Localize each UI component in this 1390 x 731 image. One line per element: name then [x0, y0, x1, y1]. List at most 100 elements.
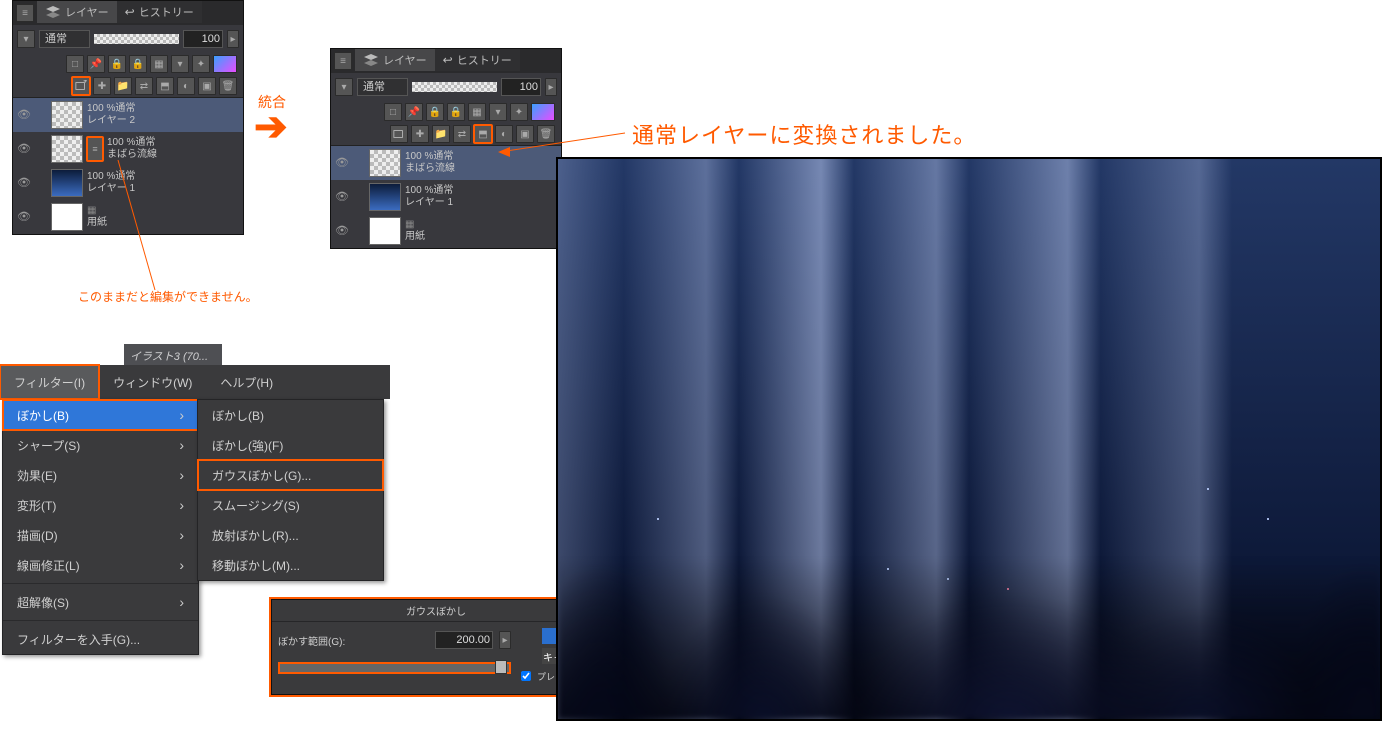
opacity-slider[interactable]: [412, 82, 497, 92]
misc2-icon[interactable]: ▾: [489, 103, 507, 121]
layer-thumb: [369, 217, 401, 245]
layer-row[interactable]: 👁 100 %通常 レイヤー 1: [13, 166, 243, 200]
menu-item-blur2[interactable]: ぼかし(B): [198, 400, 383, 430]
menu-item-motion[interactable]: 移動ぼかし(M)...: [198, 550, 383, 580]
palette-check-icon[interactable]: ▾: [335, 78, 353, 96]
layer-name: まばら流線: [405, 163, 455, 175]
clip-icon[interactable]: □: [384, 103, 402, 121]
stepper-icon[interactable]: ▸: [499, 631, 511, 649]
stepper-icon[interactable]: ▸: [545, 78, 557, 96]
layer-meta: 100 %通常: [405, 185, 453, 197]
misc2-icon[interactable]: ▾: [171, 55, 189, 73]
tab-layer[interactable]: レイヤー: [37, 1, 117, 23]
menu-item-linefix[interactable]: 線画修正(L): [3, 550, 198, 580]
menu-help[interactable]: ヘルプ(H): [206, 365, 287, 399]
menu-item-distort[interactable]: 変形(T): [3, 490, 198, 520]
eye-icon[interactable]: 👁: [335, 156, 349, 170]
menu-item-getfilters[interactable]: フィルターを入手(G)...: [3, 624, 198, 654]
layer-row[interactable]: 👁 100 %通常 レイヤー 1: [331, 180, 561, 214]
panel-menu-icon[interactable]: ≡: [334, 52, 352, 70]
menu-item-gaussian[interactable]: ガウスぼかし(G)...: [198, 460, 383, 490]
pin-icon[interactable]: 📌: [405, 103, 423, 121]
tab-layer-label: レイヤー: [383, 52, 427, 68]
delete-icon[interactable]: 🗑: [537, 125, 555, 143]
new-folder-icon[interactable]: 📁: [114, 77, 132, 95]
menu-window[interactable]: ウィンドウ(W): [99, 365, 206, 399]
layer-row[interactable]: 👁 ▦ 用紙: [331, 214, 561, 248]
layer-row[interactable]: 👁 ≡ 100 %通常 まばら流線: [13, 132, 243, 166]
annotation-converted: 通常レイヤーに変換されました。: [632, 118, 976, 150]
palette-check-icon[interactable]: ▾: [17, 30, 35, 48]
layer-thumb: [51, 169, 83, 197]
menu-filter[interactable]: フィルター(I): [0, 365, 99, 399]
layer-row[interactable]: 👁 100 %通常 まばら流線: [331, 146, 561, 180]
layer-meta: 100 %通常: [87, 171, 135, 183]
eye-icon[interactable]: 👁: [17, 108, 31, 122]
layer-thumb: [369, 149, 401, 177]
new-layer-icon[interactable]: [390, 125, 408, 143]
layer-meta: 100 %通常: [107, 137, 157, 149]
transfer-icon[interactable]: ⇄: [135, 77, 153, 95]
opacity-input[interactable]: [501, 78, 541, 96]
tab-layer[interactable]: レイヤー: [355, 49, 435, 71]
panel-menu-icon[interactable]: ≡: [16, 4, 34, 22]
lock-icon[interactable]: 🔒: [108, 55, 126, 73]
delete-icon[interactable]: 🗑: [219, 77, 237, 95]
new-layer-icon[interactable]: [72, 77, 90, 95]
opacity-slider[interactable]: [94, 34, 179, 44]
misc-icon[interactable]: ▦: [468, 103, 486, 121]
menu-item-upscale[interactable]: 超解像(S): [3, 587, 198, 617]
blend-mode-select[interactable]: 通常: [357, 78, 408, 96]
menu-item-effect[interactable]: 効果(E): [3, 460, 198, 490]
chevron-right-icon: [179, 407, 184, 423]
eye-icon[interactable]: 👁: [335, 224, 349, 238]
lock2-icon[interactable]: 🔒: [129, 55, 147, 73]
menu-item-smoothing[interactable]: スムージング(S): [198, 490, 383, 520]
merge-icon[interactable]: ⬒: [474, 125, 492, 143]
lock-icon[interactable]: 🔒: [426, 103, 444, 121]
layer-row[interactable]: 👁 ▦ 用紙: [13, 200, 243, 234]
fx-icon[interactable]: ✦: [192, 55, 210, 73]
mask2-icon[interactable]: ▣: [198, 77, 216, 95]
pin-icon[interactable]: 📌: [87, 55, 105, 73]
menu-item-radial[interactable]: 放射ぼかし(R)...: [198, 520, 383, 550]
menu-blur-submenu: ぼかし(B) ぼかし(強)(F) ガウスぼかし(G)... スムージング(S) …: [197, 399, 384, 581]
layer-row[interactable]: 👁 100 %通常 レイヤー 2: [13, 98, 243, 132]
mask-icon[interactable]: ◐: [495, 125, 513, 143]
menu-item-blur[interactable]: ぼかし(B): [3, 400, 198, 430]
mask2-icon[interactable]: ▣: [516, 125, 534, 143]
lock2-icon[interactable]: 🔒: [447, 103, 465, 121]
clip-icon[interactable]: □: [66, 55, 84, 73]
dialog-title: ガウスぼかし: [406, 607, 466, 618]
slider-knob[interactable]: [495, 660, 507, 674]
fx-icon[interactable]: ✦: [510, 103, 528, 121]
paper-icon: ▦: [87, 205, 107, 217]
blur-slider[interactable]: [278, 662, 511, 674]
new-special-icon[interactable]: ✚: [93, 77, 111, 95]
eye-icon[interactable]: 👁: [17, 176, 31, 190]
opacity-input[interactable]: [183, 30, 223, 48]
menu-item-blur-strong[interactable]: ぼかし(強)(F): [198, 430, 383, 460]
layer-thumb: [51, 101, 83, 129]
tab-history-label: ヒストリー: [139, 4, 194, 20]
menu-item-render[interactable]: 描画(D): [3, 520, 198, 550]
tab-history[interactable]: ↩ ヒストリー: [117, 1, 202, 23]
color-icon[interactable]: [213, 55, 237, 73]
color-icon[interactable]: [531, 103, 555, 121]
mask-icon[interactable]: ◐: [177, 77, 195, 95]
eye-icon[interactable]: 👁: [17, 210, 31, 224]
layer-name: レイヤー 1: [87, 183, 135, 195]
stepper-icon[interactable]: ▸: [227, 30, 239, 48]
tab-history[interactable]: ↩ ヒストリー: [435, 49, 520, 71]
new-folder-icon[interactable]: 📁: [432, 125, 450, 143]
misc-icon[interactable]: ▦: [150, 55, 168, 73]
eye-icon[interactable]: 👁: [335, 190, 349, 204]
dialog-title-bar[interactable]: ガウスぼかし ✕: [272, 600, 600, 622]
blur-radius-input[interactable]: [435, 631, 493, 649]
eye-icon[interactable]: 👁: [17, 142, 31, 156]
blend-mode-select[interactable]: 通常: [39, 30, 90, 48]
new-special-icon[interactable]: ✚: [411, 125, 429, 143]
transfer-icon[interactable]: ⇄: [453, 125, 471, 143]
merge-icon[interactable]: ⬒: [156, 77, 174, 95]
menu-item-sharp[interactable]: シャープ(S): [3, 430, 198, 460]
